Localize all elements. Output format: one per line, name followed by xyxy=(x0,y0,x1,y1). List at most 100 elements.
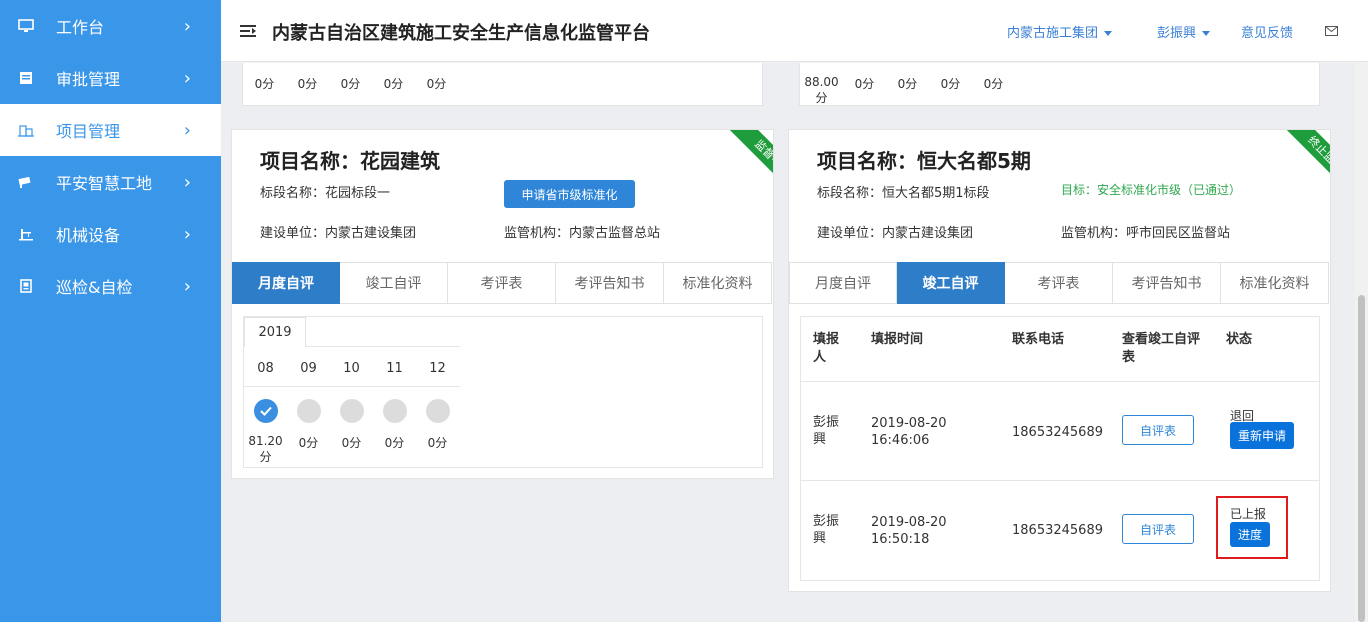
score-value: 0分 xyxy=(897,77,918,91)
view-self-eval-button[interactable]: 自评表 xyxy=(1122,514,1194,544)
pending-dot-icon[interactable] xyxy=(296,399,321,423)
chevron-right-icon: › xyxy=(183,120,191,141)
sidebar-item-inspection[interactable]: 巡检&自检 › xyxy=(0,260,221,312)
org-label: 内蒙古施工集团 xyxy=(1007,26,1099,41)
score-value: 88.00分 xyxy=(804,75,839,105)
tab-bar: 月度自评 竣工自评 考评表 考评告知书 标准化资料 xyxy=(232,262,772,304)
sidebar-item-label: 审批管理 xyxy=(56,70,121,89)
row-divider xyxy=(801,381,1319,382)
page-title: 内蒙古自治区建筑施工安全生产信息化监管平台 xyxy=(272,23,650,44)
reporter-cell: 彭振興 xyxy=(813,514,840,546)
tab-evaluation-form[interactable]: 考评表 xyxy=(448,262,556,304)
month-label: 09 xyxy=(300,361,317,376)
project-name: 项目名称：恒大名都5期 xyxy=(817,149,1031,173)
row-divider xyxy=(801,480,1319,481)
chevron-down-icon xyxy=(1104,31,1113,36)
progress-button[interactable]: 进度 xyxy=(1230,522,1270,547)
chevron-right-icon: › xyxy=(183,224,191,245)
apply-standard-button[interactable]: 申请省市级标准化 xyxy=(504,180,635,208)
sidebar-item-smart-site[interactable]: 平安智慧工地 › xyxy=(0,156,221,208)
month-score: 0分 xyxy=(298,436,319,450)
sidebar-item-project-management[interactable]: 项目管理 › xyxy=(0,104,221,156)
col-header-phone: 联系电话 xyxy=(1012,332,1065,347)
reapply-button[interactable]: 重新申请 xyxy=(1230,422,1294,449)
tab-completion-self-eval[interactable]: 竣工自评 xyxy=(897,262,1005,304)
month-label: 12 xyxy=(429,361,446,376)
sidebar-item-approval[interactable]: 审批管理 › xyxy=(0,52,221,104)
monthly-panel: 2019 08 09 10 11 12 81.20分 0分 0分 0分 0分 xyxy=(243,316,763,468)
chevron-right-icon: › xyxy=(183,172,191,193)
sidebar-item-workbench[interactable]: 工作台 › xyxy=(0,0,221,52)
completion-table: 填报人 填报时间 联系电话 查看竣工自评表 状态 彭振興 2019-08-20 … xyxy=(800,316,1320,581)
tab-standard-docs[interactable]: 标准化资料 xyxy=(1221,262,1329,304)
camera-icon xyxy=(18,174,34,190)
score-value: 0分 xyxy=(383,77,404,91)
user-dropdown[interactable]: 彭振興 xyxy=(1157,22,1211,41)
completed-check-icon[interactable] xyxy=(253,399,278,423)
section-name: 标段名称：花园标段一 xyxy=(260,186,391,201)
score-value: 0分 xyxy=(254,77,275,91)
col-header-view: 查看竣工自评表 xyxy=(1122,332,1201,365)
score-value: 0分 xyxy=(940,77,961,91)
sidebar-item-label: 平安智慧工地 xyxy=(56,174,153,193)
sidebar-item-label: 巡检&自检 xyxy=(56,278,133,297)
main-content: 0分 0分 0分 0分 0分 88.00分 0分 0分 0分 0分 监督中 项目… xyxy=(221,63,1355,622)
project-card-right: 终止监督 项目名称：恒大名都5期 标段名称：恒大名都5期1标段 目标：安全标准化… xyxy=(788,129,1331,592)
approval-icon xyxy=(18,70,34,86)
score-value: 0分 xyxy=(983,77,1004,91)
month-score: 0分 xyxy=(384,436,405,450)
pending-dot-icon[interactable] xyxy=(425,399,450,423)
tab-evaluation-notice[interactable]: 考评告知书 xyxy=(1113,262,1221,304)
pending-dot-icon[interactable] xyxy=(382,399,407,423)
view-self-eval-button[interactable]: 自评表 xyxy=(1122,415,1194,445)
tab-bar: 月度自评 竣工自评 考评表 考评告知书 标准化资料 xyxy=(789,262,1329,304)
score-value: 0分 xyxy=(854,77,875,91)
project-name: 项目名称：花园建筑 xyxy=(260,149,440,173)
clipboard-icon xyxy=(18,278,34,294)
status-ribbon: 终止监督 xyxy=(1282,130,1330,197)
month-label: 08 xyxy=(257,361,274,376)
chevron-right-icon: › xyxy=(183,16,191,37)
phone-cell: 18653245689 xyxy=(1012,425,1103,440)
month-scores: 81.20分 0分 0分 0分 0分 xyxy=(244,434,459,465)
monitor-icon xyxy=(18,18,34,34)
month-label: 10 xyxy=(343,361,360,376)
score-value: 0分 xyxy=(297,77,318,91)
sidebar-item-label: 工作台 xyxy=(56,18,105,37)
scrollbar-thumb[interactable] xyxy=(1358,295,1365,622)
prev-card-right: 88.00分 0分 0分 0分 0分 xyxy=(799,63,1320,106)
tab-evaluation-form[interactable]: 考评表 xyxy=(1005,262,1113,304)
tab-monthly-self-eval[interactable]: 月度自评 xyxy=(789,262,897,304)
tab-standard-docs[interactable]: 标准化资料 xyxy=(664,262,772,304)
supervisor-org: 监管机构：内蒙古监督总站 xyxy=(504,226,661,241)
sidebar-item-label: 项目管理 xyxy=(56,122,121,141)
tab-monthly-self-eval[interactable]: 月度自评 xyxy=(232,262,340,304)
chevron-right-icon: › xyxy=(183,276,191,297)
month-labels: 08 09 10 11 12 xyxy=(244,361,459,376)
date-cell: 2019-08-20 xyxy=(871,515,947,530)
year-tab[interactable]: 2019 xyxy=(244,317,306,347)
feedback-link[interactable]: 意见反馈 xyxy=(1241,22,1293,41)
month-status-dots xyxy=(244,399,459,423)
pending-dot-icon[interactable] xyxy=(339,399,364,423)
supervisor-org: 监管机构：呼市回民区监督站 xyxy=(1061,226,1231,241)
month-score: 0分 xyxy=(427,436,448,450)
builder-unit: 建设单位：内蒙古建设集团 xyxy=(817,226,974,241)
chevron-right-icon: › xyxy=(183,68,191,89)
menu-toggle-icon[interactable] xyxy=(239,22,257,40)
scrollbar[interactable] xyxy=(1355,63,1368,622)
month-label: 11 xyxy=(386,361,403,376)
crane-icon xyxy=(18,226,34,242)
org-dropdown[interactable]: 内蒙古施工集团 xyxy=(1007,22,1113,41)
status-ribbon: 监督中 xyxy=(725,130,773,197)
tab-completion-self-eval[interactable]: 竣工自评 xyxy=(340,262,448,304)
date-cell: 2019-08-20 xyxy=(871,416,947,431)
time-cell: 16:50:18 xyxy=(871,532,930,547)
sidebar-item-machinery[interactable]: 机械设备 › xyxy=(0,208,221,260)
score-value: 0分 xyxy=(426,77,447,91)
mail-icon[interactable] xyxy=(1325,25,1338,36)
tab-evaluation-notice[interactable]: 考评告知书 xyxy=(556,262,664,304)
sidebar-item-label: 机械设备 xyxy=(56,226,121,245)
col-header-time: 填报时间 xyxy=(871,332,924,347)
chevron-down-icon xyxy=(1202,31,1211,36)
